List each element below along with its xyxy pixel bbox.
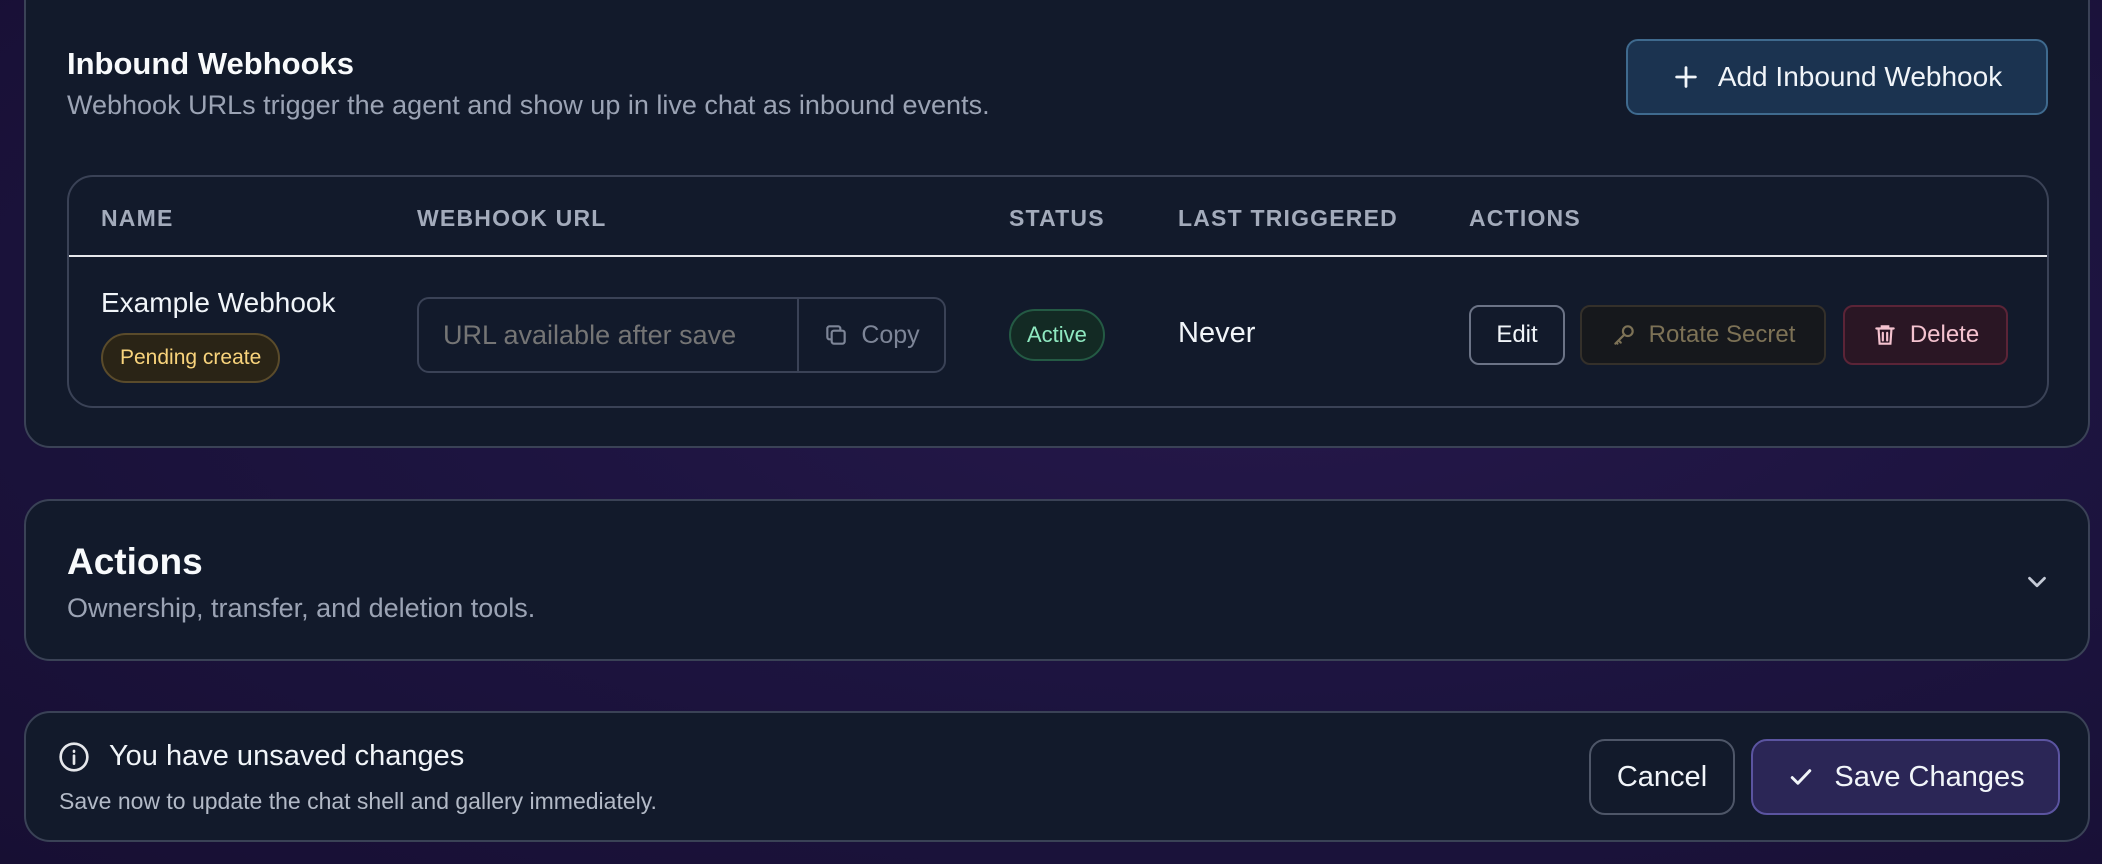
edit-label: Edit <box>1496 321 1538 348</box>
section-subtitle: Webhook URLs trigger the agent and show … <box>67 90 990 120</box>
check-icon <box>1791 769 1812 785</box>
copy-label: Copy <box>861 320 920 349</box>
add-button-label: Add Inbound Webhook <box>1717 61 2003 92</box>
edit-button[interactable]: Edit <box>1469 305 1565 365</box>
rotate-secret-button[interactable]: Rotate Secret <box>1580 305 1826 365</box>
unsaved-changes-bar: You have unsaved changes Save now to upd… <box>24 711 2090 842</box>
webhook-name: Example Webhook <box>101 287 336 318</box>
copy-icon <box>826 325 847 345</box>
table-header: NAME WEBHOOK URL STATUS LAST TRIGGERED A… <box>69 177 2047 257</box>
plus-icon <box>1675 66 1697 88</box>
rotate-secret-label: Rotate Secret <box>1648 321 1796 348</box>
status-badge: Active <box>1009 309 1105 361</box>
last-triggered-value: Never <box>1178 317 1256 349</box>
column-header-webhook-url: WEBHOOK URL <box>417 205 607 231</box>
section-title: Inbound Webhooks <box>67 46 355 81</box>
cancel-label: Cancel <box>1616 760 1708 793</box>
column-header-actions: ACTIONS <box>1469 205 1581 231</box>
actions-section-title: Actions <box>67 541 203 582</box>
save-changes-label: Save Changes <box>1834 760 2025 793</box>
pending-create-badge: Pending create <box>101 333 281 383</box>
webhooks-table: NAME WEBHOOK URL STATUS LAST TRIGGERED A… <box>67 175 2049 408</box>
cancel-button[interactable]: Cancel <box>1589 739 1735 815</box>
inbound-webhooks-card: Inbound Webhooks Webhook URLs trigger th… <box>24 0 2090 448</box>
copy-url-button[interactable]: Copy <box>797 299 944 371</box>
add-inbound-webhook-button[interactable]: Add Inbound Webhook <box>1626 39 2048 115</box>
actions-section-card[interactable]: Actions Ownership, transfer, and deletio… <box>24 499 2090 661</box>
webhook-url-group: Copy <box>417 297 946 373</box>
column-header-last-triggered: LAST TRIGGERED <box>1178 205 1398 231</box>
column-header-status: STATUS <box>1009 205 1105 231</box>
delete-label: Delete <box>1909 321 1980 348</box>
actions-section-subtitle: Ownership, transfer, and deletion tools. <box>67 593 536 623</box>
delete-button[interactable]: Delete <box>1843 305 2008 365</box>
unsaved-changes-title: You have unsaved changes <box>109 740 465 772</box>
save-changes-button[interactable]: Save Changes <box>1751 739 2060 815</box>
key-icon <box>1613 325 1634 345</box>
info-icon <box>59 742 89 772</box>
chevron-down-icon[interactable] <box>2022 567 2052 597</box>
webhook-url-field[interactable] <box>419 299 797 371</box>
trash-icon <box>1875 325 1895 345</box>
column-header-name: NAME <box>101 205 174 231</box>
unsaved-changes-subtitle: Save now to update the chat shell and ga… <box>59 788 657 814</box>
